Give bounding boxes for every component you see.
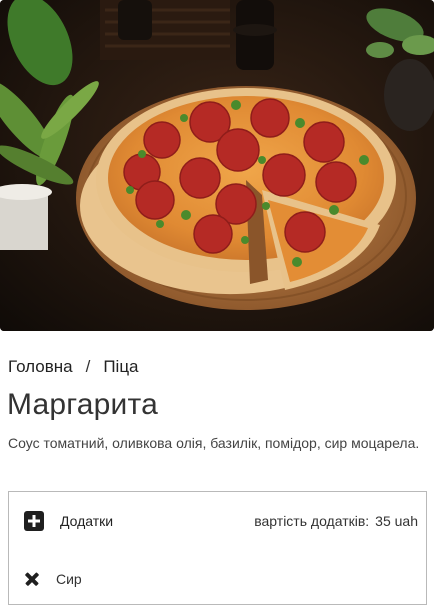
breadcrumb-home-link[interactable]: Головна	[8, 357, 73, 377]
addons-header: Додатки вартість додатків: 35 uah	[9, 492, 426, 550]
page-title: Маргарита	[7, 388, 158, 421]
addons-cost-label: вартість додатків:	[254, 513, 370, 529]
breadcrumb: Головна / Піца	[8, 357, 139, 377]
addon-item-name: Сир	[56, 571, 82, 587]
close-icon[interactable]	[25, 572, 39, 586]
addons-label[interactable]: Додатки	[60, 513, 113, 529]
addon-item: Сир	[9, 562, 426, 596]
product-description: Соус томатний, оливкова олія, базилік, п…	[8, 435, 420, 451]
product-image	[0, 0, 434, 331]
addons-cost: вартість додатків: 35 uah	[254, 513, 418, 529]
addons-panel: Додатки вартість додатків: 35 uah Сир	[8, 491, 427, 605]
plus-square-icon[interactable]	[24, 511, 44, 531]
breadcrumb-separator: /	[85, 357, 91, 376]
breadcrumb-current-link[interactable]: Піца	[103, 357, 138, 377]
addons-cost-value: 35 uah	[375, 513, 418, 529]
